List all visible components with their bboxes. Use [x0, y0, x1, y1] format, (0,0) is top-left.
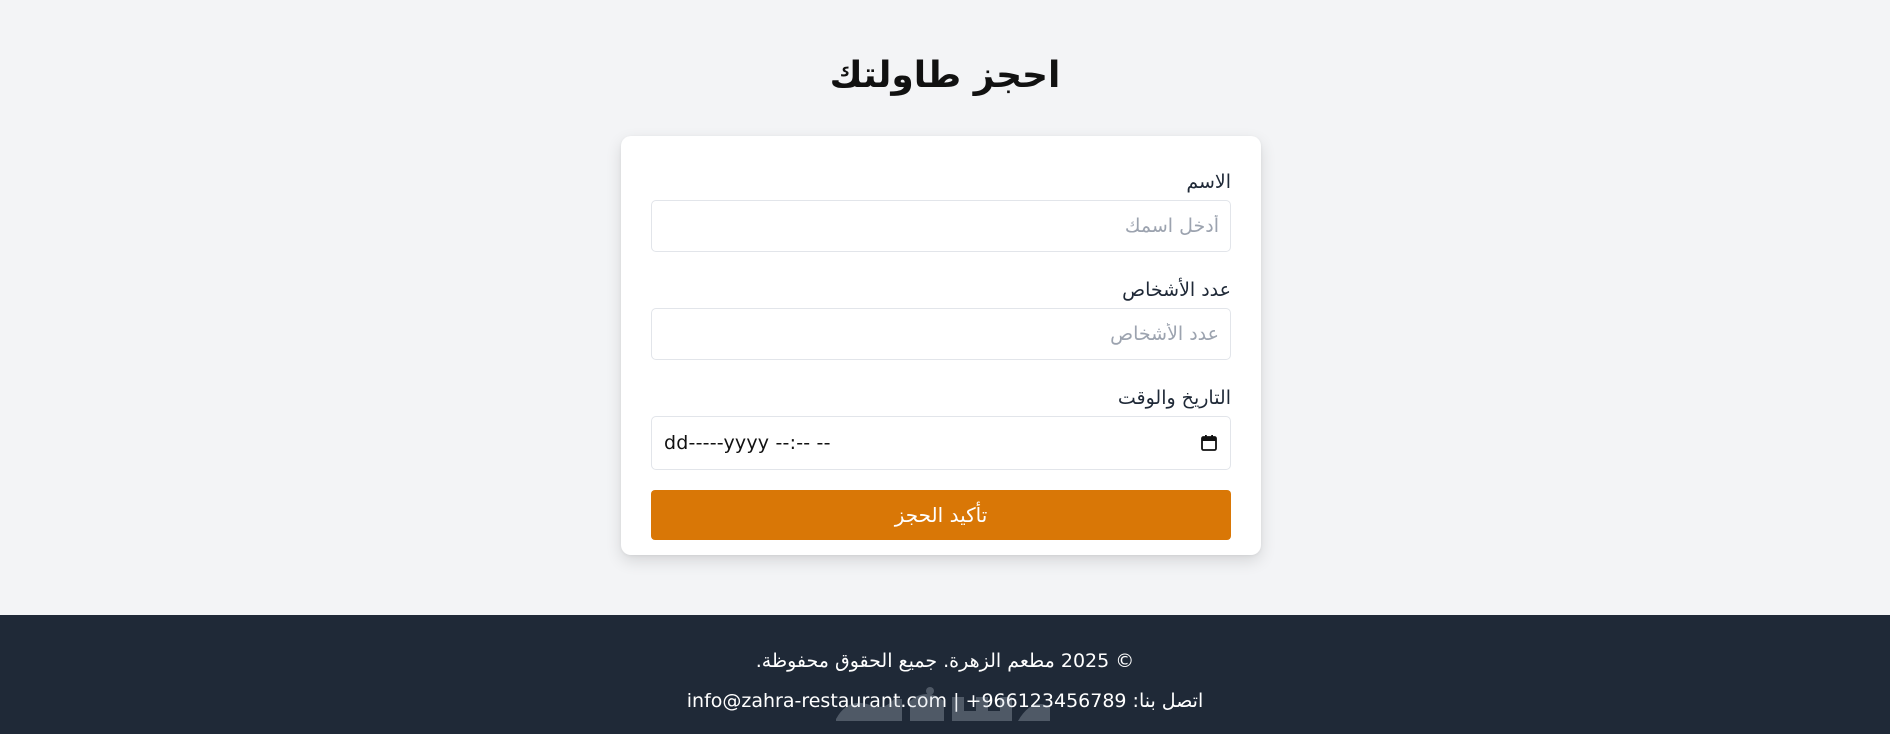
- datetime-field-group: التاريخ والوقت dd-----yyyy --:-- --: [651, 386, 1231, 470]
- confirm-reservation-button[interactable]: تأكيد الحجز: [651, 490, 1231, 540]
- site-footer: © 2025 مطعم الزهرة. جميع الحقوق محفوظة. …: [0, 615, 1890, 734]
- name-label: الاسم: [1186, 171, 1231, 193]
- main-content: احجز طاولتك الاسم عدد الأشخاص التاريخ وا…: [0, 0, 1890, 615]
- footer-copyright: © 2025 مطعم الزهرة. جميع الحقوق محفوظة.: [755, 650, 1135, 672]
- name-field-group: الاسم: [651, 170, 1231, 252]
- calendar-icon[interactable]: [1200, 434, 1218, 452]
- reservation-form: الاسم عدد الأشخاص التاريخ والوقت dd-----…: [621, 136, 1261, 555]
- page: احجز طاولتك الاسم عدد الأشخاص التاريخ وا…: [0, 0, 1890, 734]
- datetime-label: التاريخ والوقت: [1117, 387, 1231, 409]
- guests-input[interactable]: [651, 308, 1231, 360]
- page-title: احجز طاولتك: [829, 55, 1061, 96]
- footer-contact: اتصل بنا: 966123456789+ | info@zahra-res…: [686, 690, 1204, 712]
- guests-label: عدد الأشخاص: [1122, 279, 1231, 301]
- datetime-value: dd-----yyyy --:-- --: [664, 432, 831, 454]
- name-input[interactable]: [651, 200, 1231, 252]
- datetime-input[interactable]: dd-----yyyy --:-- --: [651, 416, 1231, 470]
- guests-field-group: عدد الأشخاص: [651, 278, 1231, 360]
